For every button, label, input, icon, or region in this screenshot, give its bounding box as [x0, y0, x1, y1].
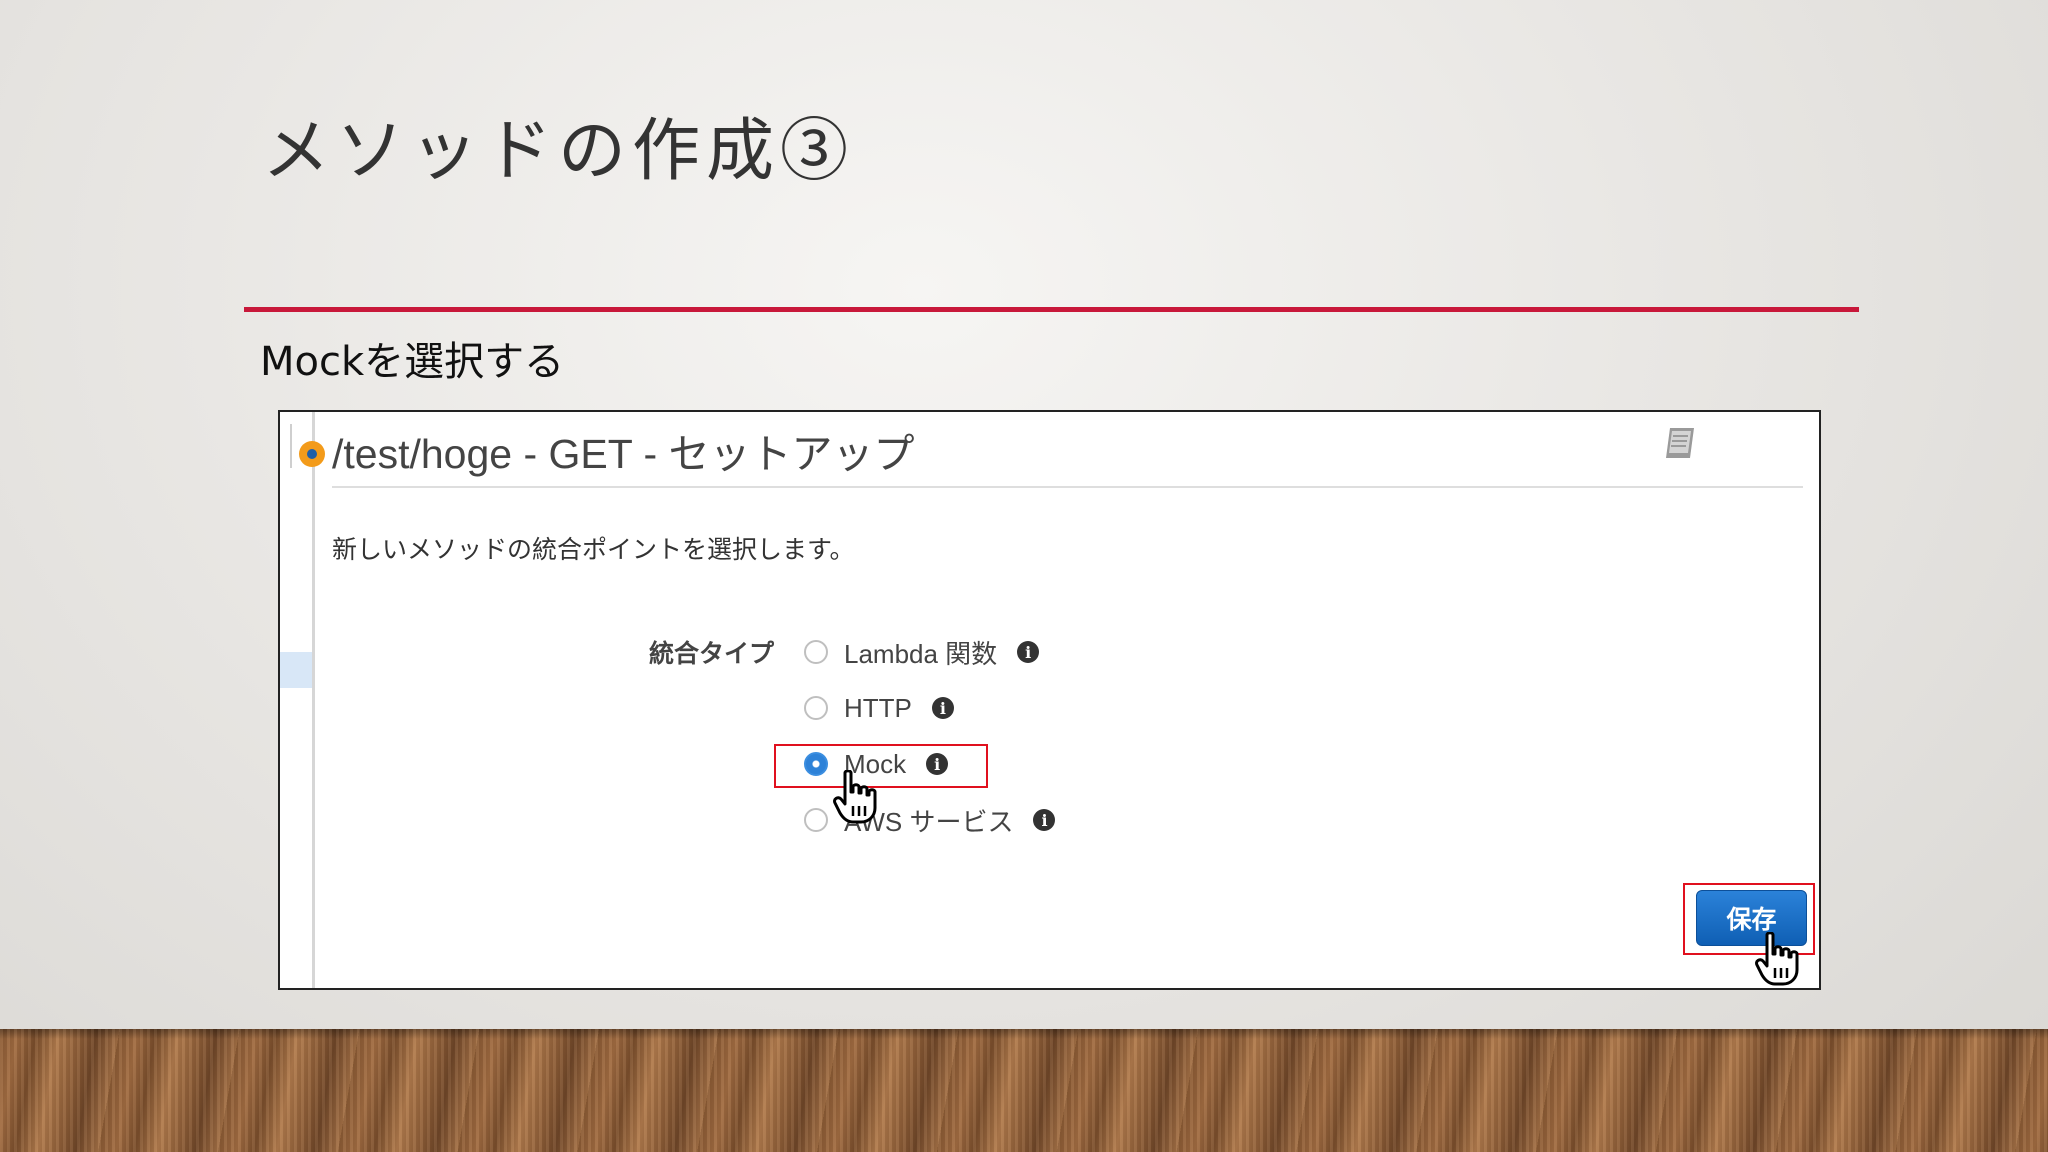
option-label: Lambda 関数 [844, 638, 998, 669]
mock-highlight-box [774, 744, 988, 788]
panel-description: 新しいメソッドの統合ポイントを選択します。 [332, 536, 855, 564]
integration-type-label: 統合タイプ [649, 640, 775, 668]
panel-title: /test/hoge - GET - セットアップ [332, 431, 915, 477]
info-icon[interactable]: i [1033, 809, 1056, 831]
rail-selection-marker [280, 652, 312, 688]
left-rail [312, 412, 315, 988]
console-screenshot: /test/hoge - GET - セットアップ 新しいメソッドの統合ポイント… [278, 410, 1821, 990]
hand-pointer-icon [833, 770, 877, 824]
info-icon[interactable]: i [1017, 641, 1040, 663]
slide-subtitle: Mockを選択する [260, 339, 565, 385]
panel-title-divider [332, 486, 1803, 488]
hand-pointer-icon [1755, 932, 1799, 986]
slide-title: メソッドの作成③ [262, 112, 855, 191]
option-http[interactable]: HTTP i [804, 690, 954, 726]
title-divider [244, 307, 1859, 312]
option-label: HTTP [844, 692, 912, 723]
wood-floor-decoration [0, 1029, 2048, 1152]
option-lambda[interactable]: Lambda 関数 i [804, 634, 1040, 670]
radio-http[interactable] [804, 696, 828, 720]
radio-lambda[interactable] [804, 640, 828, 664]
status-dot-icon [299, 441, 325, 467]
book-icon[interactable] [1658, 420, 1704, 466]
radio-aws-service[interactable] [804, 808, 828, 832]
rail-tab [280, 424, 292, 468]
info-icon[interactable]: i [931, 697, 954, 719]
